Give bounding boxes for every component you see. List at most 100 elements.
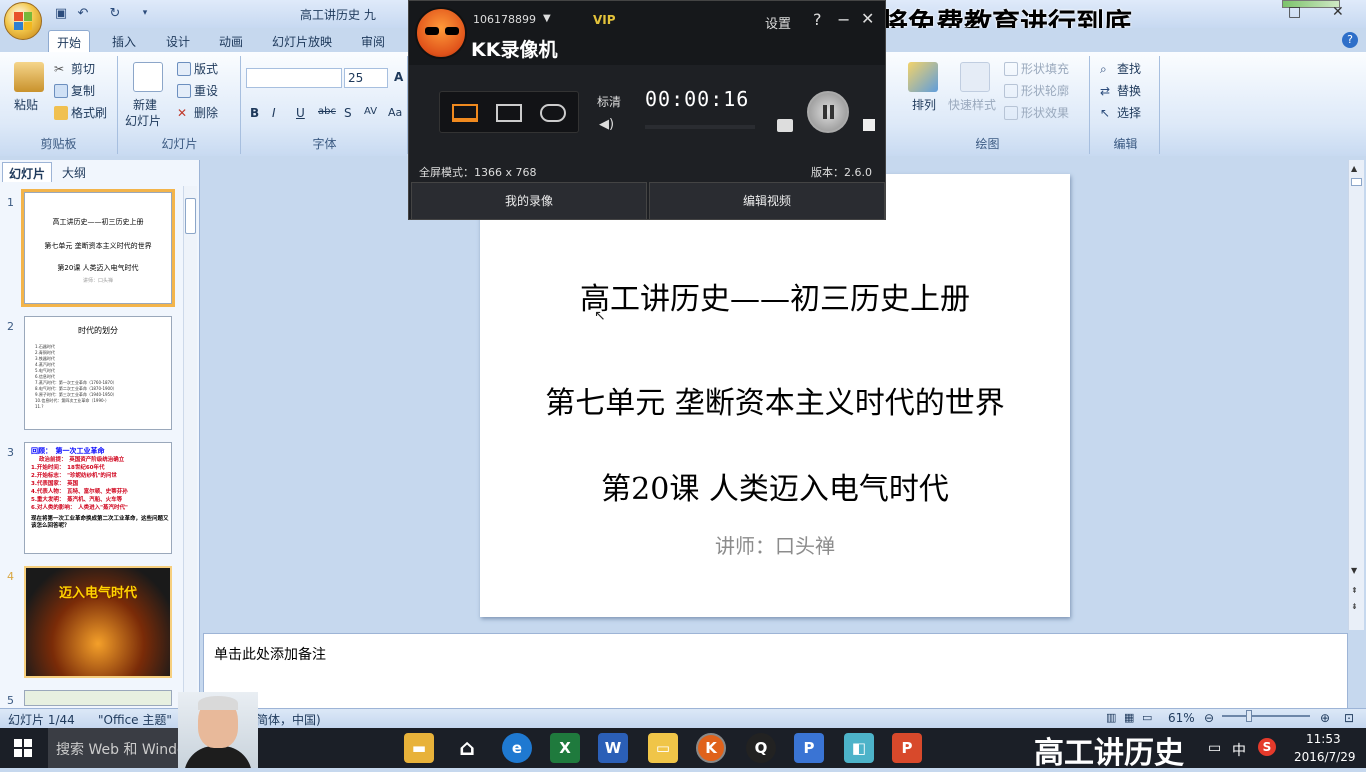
- scroll-thumb[interactable]: [185, 198, 196, 234]
- region-mode-icon[interactable]: [496, 104, 522, 122]
- fit-to-window-icon[interactable]: ⊡: [1344, 711, 1354, 725]
- windows-start-icon[interactable]: [14, 739, 32, 757]
- select-button[interactable]: ↖ 选择: [1100, 104, 1141, 121]
- slide-thumbnail-1[interactable]: 高工讲历史——初三历史上册 第七单元 垄断资本主义时代的世界 第20课 人类迈入…: [21, 189, 175, 307]
- underline-button[interactable]: U: [296, 106, 305, 120]
- prev-slide-icon[interactable]: ⇞: [1351, 586, 1358, 595]
- zoom-slider[interactable]: [1222, 710, 1310, 722]
- copy-button[interactable]: 复制: [54, 82, 95, 99]
- office-button[interactable]: [4, 2, 42, 40]
- shape-outline-button[interactable]: 形状轮廓: [1004, 82, 1069, 99]
- new-slide-icon[interactable]: [133, 62, 163, 92]
- notes-placeholder[interactable]: 单击此处添加备注: [214, 644, 326, 664]
- kk-minimize-button[interactable]: −: [837, 10, 850, 29]
- kk-help-button[interactable]: ?: [813, 10, 822, 29]
- slide-thumbnail-5[interactable]: [24, 690, 172, 706]
- tab-design[interactable]: 设计: [158, 30, 198, 52]
- slide-lesson[interactable]: 第20课 人类迈入电气时代: [480, 464, 1070, 508]
- slide-unit[interactable]: 第七单元 垄断资本主义时代的世界: [480, 378, 1070, 422]
- layout-button[interactable]: 版式: [177, 60, 218, 77]
- paste-icon[interactable]: [14, 62, 44, 92]
- tab-review[interactable]: 审阅: [353, 30, 393, 52]
- user-dropdown-icon[interactable]: ▼: [543, 13, 551, 24]
- file-explorer-icon[interactable]: ▬: [404, 733, 434, 763]
- notes-app-icon[interactable]: ◧: [844, 733, 874, 763]
- volume-icon[interactable]: ◀): [599, 117, 614, 132]
- zoom-in-icon[interactable]: ⊕: [1320, 711, 1330, 725]
- new-slide-label[interactable]: 新建: [133, 96, 157, 113]
- slide-lecturer[interactable]: 讲师：口头禅: [480, 530, 1070, 559]
- char-spacing-button[interactable]: AV: [364, 106, 377, 117]
- shadow-button[interactable]: S: [344, 106, 352, 120]
- undo-icon[interactable]: ↶: [74, 5, 92, 21]
- home-icon[interactable]: ⌂: [452, 733, 482, 763]
- cut-button[interactable]: ✂ 剪切: [54, 60, 95, 77]
- taskbar-search[interactable]: 搜索 Web 和 Windows: [48, 728, 178, 768]
- scroll-thumb[interactable]: [1351, 178, 1362, 186]
- delete-button[interactable]: ✕ 删除: [177, 104, 218, 121]
- italic-button[interactable]: I: [272, 106, 276, 120]
- game-mode-icon[interactable]: [540, 104, 566, 122]
- new-slide-label2[interactable]: 幻灯片: [125, 112, 161, 129]
- strikethrough-button[interactable]: abc: [318, 106, 336, 117]
- maximize-button[interactable]: □: [1288, 4, 1301, 20]
- excel-icon[interactable]: X: [550, 733, 580, 763]
- zoom-slider-handle[interactable]: [1246, 710, 1252, 722]
- notes-pane[interactable]: 单击此处添加备注: [203, 633, 1348, 709]
- clock-date[interactable]: 2016/7/29: [1294, 750, 1356, 764]
- app-icon[interactable]: P: [794, 733, 824, 763]
- current-slide[interactable]: 高工讲历史——初三历史上册 第七单元 垄断资本主义时代的世界 第20课 人类迈入…: [480, 174, 1070, 617]
- format-painter-button[interactable]: 格式刷: [54, 104, 107, 121]
- reset-button[interactable]: 重设: [177, 82, 218, 99]
- paste-button[interactable]: 粘贴: [14, 96, 38, 113]
- zoom-out-icon[interactable]: ⊖: [1204, 711, 1214, 725]
- help-icon[interactable]: ?: [1342, 32, 1358, 48]
- edit-video-button[interactable]: 编辑视频: [649, 182, 885, 220]
- bold-button[interactable]: B: [250, 106, 259, 120]
- folder-icon[interactable]: ▭: [648, 733, 678, 763]
- normal-view-icon[interactable]: ▥: [1106, 711, 1116, 724]
- kk-user-id[interactable]: 106178899: [473, 13, 536, 26]
- grow-font-button[interactable]: A: [394, 70, 403, 84]
- tab-insert[interactable]: 插入: [104, 30, 144, 52]
- slide-thumbnail-3[interactable]: 回顾： 第一次工业革命 政治前提： 英国资产阶级统治确立 1.开始时间： 18世…: [24, 442, 172, 554]
- word-icon[interactable]: W: [598, 733, 628, 763]
- tab-slides-pane[interactable]: 幻灯片: [2, 162, 53, 182]
- kk-quality-select[interactable]: 标清: [597, 93, 621, 110]
- close-button[interactable]: ✕: [1332, 4, 1344, 20]
- tab-home[interactable]: 开始: [48, 30, 91, 52]
- arrange-icon[interactable]: [908, 62, 938, 92]
- main-scrollbar[interactable]: ▲ ▼ ⇞ ⇟: [1348, 160, 1364, 630]
- quick-styles-icon[interactable]: [960, 62, 990, 92]
- kk-recorder-taskbar-icon[interactable]: K: [696, 733, 726, 763]
- tab-animations[interactable]: 动画: [211, 30, 251, 52]
- fullscreen-mode-icon[interactable]: [452, 104, 478, 122]
- stop-button[interactable]: [863, 119, 875, 131]
- slideshow-view-icon[interactable]: ▭: [1142, 711, 1152, 724]
- redo-icon[interactable]: ↻: [106, 5, 124, 21]
- font-size-input[interactable]: 25: [344, 68, 388, 88]
- kk-close-button[interactable]: ✕: [861, 9, 874, 28]
- powerpoint-icon[interactable]: P: [892, 733, 922, 763]
- tab-outline-pane[interactable]: 大纲: [56, 162, 92, 182]
- notification-icon[interactable]: ▭: [1208, 740, 1221, 756]
- pause-button[interactable]: [807, 91, 849, 133]
- kk-volume-bar[interactable]: [645, 125, 755, 129]
- sorter-view-icon[interactable]: ▦: [1124, 711, 1134, 724]
- my-recordings-button[interactable]: 我的录像: [411, 182, 647, 220]
- qq-icon[interactable]: Q: [746, 733, 776, 763]
- qat-customize-icon[interactable]: ▾: [136, 5, 154, 21]
- sogou-icon[interactable]: S: [1258, 738, 1276, 756]
- next-slide-icon[interactable]: ⇟: [1351, 602, 1358, 611]
- font-name-input[interactable]: [246, 68, 342, 88]
- shape-fill-button[interactable]: 形状填充: [1004, 60, 1069, 77]
- kk-settings-button[interactable]: 设置: [765, 13, 791, 32]
- replace-button[interactable]: ⇄ 替换: [1100, 82, 1141, 99]
- ime-indicator[interactable]: 中: [1232, 740, 1246, 760]
- slide-thumbnail-4[interactable]: 迈入电气时代: [24, 566, 172, 678]
- browser-icon[interactable]: e: [502, 733, 532, 763]
- shape-effects-button[interactable]: 形状效果: [1004, 104, 1069, 121]
- save-icon[interactable]: ▣: [52, 5, 70, 21]
- slides-pane-scrollbar[interactable]: [183, 186, 197, 706]
- find-button[interactable]: ⌕ 查找: [1100, 60, 1141, 77]
